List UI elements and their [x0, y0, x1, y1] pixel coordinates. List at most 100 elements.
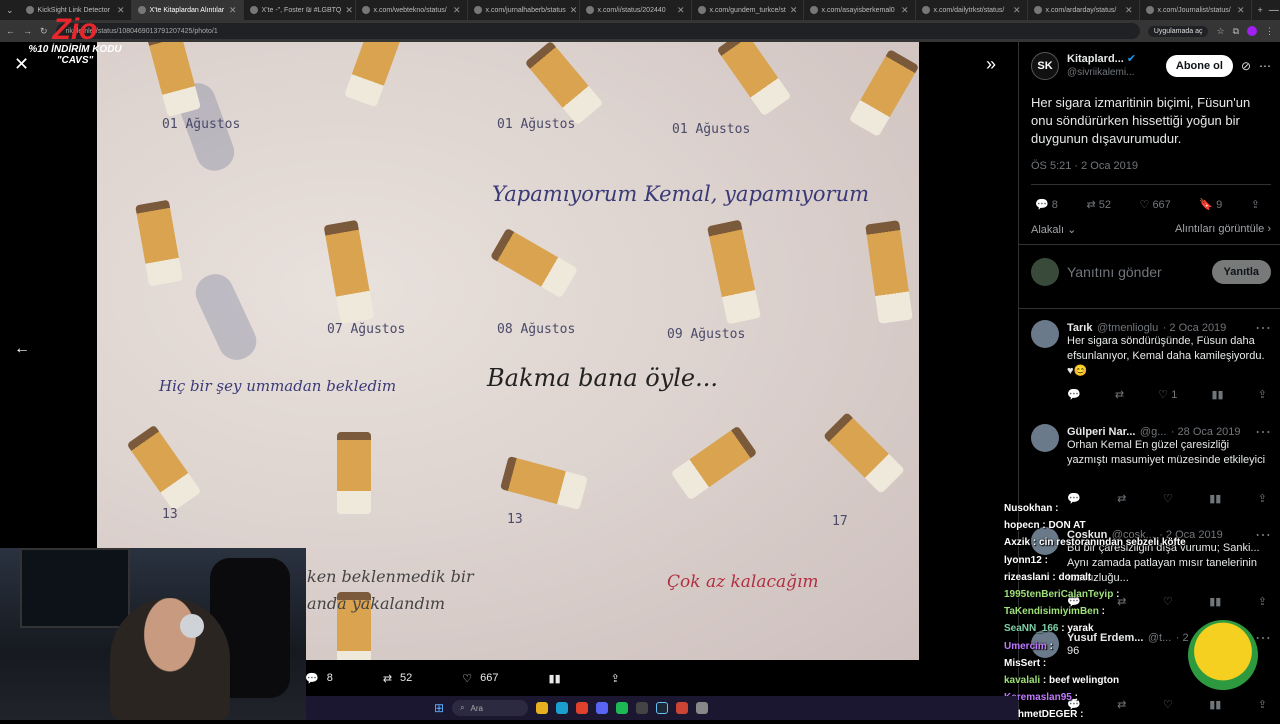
repost-button[interactable]: ⇄ 52 [1086, 198, 1111, 211]
tab-close-icon[interactable]: ✕ [1237, 5, 1245, 16]
browser-tab[interactable]: X'te -", Foster ₪ #LGBTQ ✕ [244, 0, 356, 20]
chat-username[interactable]: TaKendisimiyimBen [1004, 606, 1099, 617]
reply-input[interactable]: Yanıtını gönder [1067, 264, 1204, 280]
media-reply-button[interactable]: 💬 8 [305, 672, 333, 685]
edge-icon[interactable] [556, 702, 569, 714]
tab-close-icon[interactable]: ✕ [345, 5, 353, 16]
browser-tab[interactable]: x.com/ardarday/status/ ✕ [1028, 0, 1140, 20]
previous-media-button[interactable]: ← [14, 340, 30, 358]
steam-icon[interactable] [656, 702, 669, 714]
media-views-button[interactable]: ▮▮ [549, 672, 561, 685]
bookmark-star-icon[interactable]: ☆ [1216, 26, 1224, 37]
file-explorer-icon[interactable] [536, 702, 549, 714]
menu-icon[interactable]: ⋮ [1265, 26, 1274, 37]
discord-icon[interactable] [596, 702, 609, 714]
app-icon[interactable] [696, 702, 709, 714]
extensions-icon[interactable]: ⧉ [1233, 26, 1239, 37]
reply-button[interactable]: 💬 8 [1035, 198, 1058, 211]
share-button[interactable]: ⇪ [1251, 198, 1260, 211]
new-tab-icon[interactable]: + [1252, 5, 1269, 15]
chat-username[interactable]: SeaNN_166 [1004, 623, 1058, 634]
tab-close-icon[interactable]: ✕ [229, 5, 237, 16]
views-icon[interactable]: ▮▮ [1211, 388, 1223, 401]
media-share-button[interactable]: ⇪ [611, 672, 620, 685]
photo-note: Çok az kalacağım [667, 572, 819, 592]
more-options-icon[interactable]: ⋯ [1259, 59, 1271, 73]
chat-text: DON AT [1048, 520, 1086, 532]
profile-icon[interactable] [1247, 26, 1257, 36]
reply-avatar[interactable] [1031, 424, 1059, 452]
chat-username[interactable]: 1995tenBeriCalanTeyip [1004, 589, 1113, 600]
media-like-button[interactable]: ♡ 667 [462, 672, 498, 685]
chat-username[interactable]: MisSert [1004, 658, 1040, 669]
browser-tab[interactable]: X'te Kitaplardan Alıntılar ✕ [131, 0, 244, 20]
cigarette-butt [146, 42, 202, 118]
windows-start-icon[interactable]: ⊞ [434, 701, 444, 715]
browser-tab[interactable]: x.com/i/status/202440 ✕ [580, 0, 692, 20]
chat-username[interactable]: kavalali [1004, 675, 1040, 686]
photo-note: Yapamıyorum Kemal, yapamıyorum [492, 182, 870, 206]
chat-username[interactable]: lyonn12 [1004, 555, 1042, 566]
obs-icon[interactable] [636, 702, 649, 714]
tab-close-icon[interactable]: ✕ [570, 5, 578, 16]
tab-close-icon[interactable]: ✕ [901, 5, 909, 16]
browser-tab[interactable]: x.com/gundem_turkce/st ✕ [692, 0, 804, 20]
browser-tab[interactable]: x.com/asayisberkemal0 ✕ [804, 0, 916, 20]
open-in-app-button[interactable]: Uygulamada aç [1147, 25, 1209, 37]
chat-username[interactable]: Nusokhan [1004, 503, 1052, 514]
tab-close-icon[interactable]: ✕ [453, 5, 461, 16]
tab-close-icon[interactable]: ✕ [117, 5, 125, 16]
author-avatar[interactable]: SK [1031, 52, 1059, 80]
author-handle[interactable]: @sivriikalemi... [1067, 66, 1158, 79]
tab-close-icon[interactable]: ✕ [1125, 5, 1133, 16]
follow-button[interactable]: Abone ol [1165, 55, 1233, 77]
like-button[interactable]: ♡ 667 [1140, 198, 1171, 211]
chrome-icon[interactable] [576, 702, 589, 714]
like-icon[interactable]: ♡ 1 [1158, 388, 1177, 401]
browser-tab[interactable]: x.com/webtekno/status/ ✕ [356, 0, 468, 20]
reply-author-handle[interactable]: @tmenlioglu [1097, 322, 1158, 334]
sort-relevant-dropdown[interactable]: Alakalı ⌄ [1031, 223, 1076, 236]
tab-search-icon[interactable]: ⌄ [0, 5, 20, 16]
user-avatar[interactable] [1031, 258, 1059, 286]
app-icon[interactable] [676, 702, 689, 714]
reply-date[interactable]: · 2 Oca 2019 [1163, 322, 1227, 334]
reply-icon[interactable]: 💬 [1067, 388, 1081, 401]
chat-username[interactable]: hopecn [1004, 520, 1040, 531]
author-name[interactable]: Kitaplard... [1067, 53, 1124, 66]
tab-close-icon[interactable]: ✕ [677, 5, 685, 16]
spotify-icon[interactable] [616, 702, 629, 714]
tab-close-icon[interactable]: ✕ [1013, 5, 1021, 16]
bookmark-button[interactable]: 🔖 9 [1199, 198, 1222, 211]
reply-author-name[interactable]: Tarık [1067, 322, 1092, 334]
repost-icon[interactable]: ⇄ [1115, 388, 1124, 401]
browser-tab[interactable]: x.com/jurnalhaberb/status ✕ [468, 0, 580, 20]
collapse-panel-button[interactable]: » [986, 54, 996, 75]
back-icon[interactable]: ← [6, 26, 15, 36]
url-field[interactable]: rikalemler/status/1080469013791207425/ph… [55, 23, 1140, 39]
browser-tab[interactable]: x.com/Journalist/status/ ✕ [1140, 0, 1252, 20]
grok-icon[interactable]: ⊘ [1241, 59, 1251, 73]
reply-avatar[interactable] [1031, 320, 1059, 348]
view-quotes-link[interactable]: Alıntıları görüntüle › [1175, 223, 1271, 236]
media-reply-count: 8 [326, 672, 333, 684]
media-repost-button[interactable]: ⇄ 52 [383, 672, 412, 685]
tab-close-icon[interactable]: ✕ [790, 5, 798, 16]
browser-tab[interactable]: x.com/dailytrkst/status/ ✕ [916, 0, 1028, 20]
photo-note: anda yakalandım [307, 594, 446, 613]
tab-label: x.com/jurnalhaberb/status [485, 6, 566, 14]
share-icon[interactable]: ⇪ [1258, 388, 1267, 401]
taskbar-search[interactable]: ⌕ Ara [452, 700, 529, 716]
reply-author-name[interactable]: Gülperi Nar... [1067, 426, 1135, 438]
tab-favicon-icon [1145, 6, 1154, 14]
tweet-timestamp[interactable]: ÖS 5:21 · 2 Oca 2019 [1031, 160, 1138, 172]
reply-submit-button[interactable]: Yanıtla [1211, 260, 1271, 284]
tab-favicon-icon [697, 6, 706, 14]
chat-username[interactable]: rizeaslani [1004, 572, 1050, 583]
chat-username[interactable]: Umercim [1004, 641, 1047, 652]
reply-author-handle[interactable]: @g... [1140, 426, 1166, 438]
reply-date[interactable]: · 28 Oca 2019 [1171, 426, 1241, 438]
chat-username[interactable]: Axzik [1004, 537, 1030, 548]
minimize-icon[interactable]: — [1269, 5, 1279, 16]
reply-item[interactable]: Tarık @tmenlioglu · 2 Oca 2019 ⋯ Her sigar… [1031, 312, 1271, 412]
